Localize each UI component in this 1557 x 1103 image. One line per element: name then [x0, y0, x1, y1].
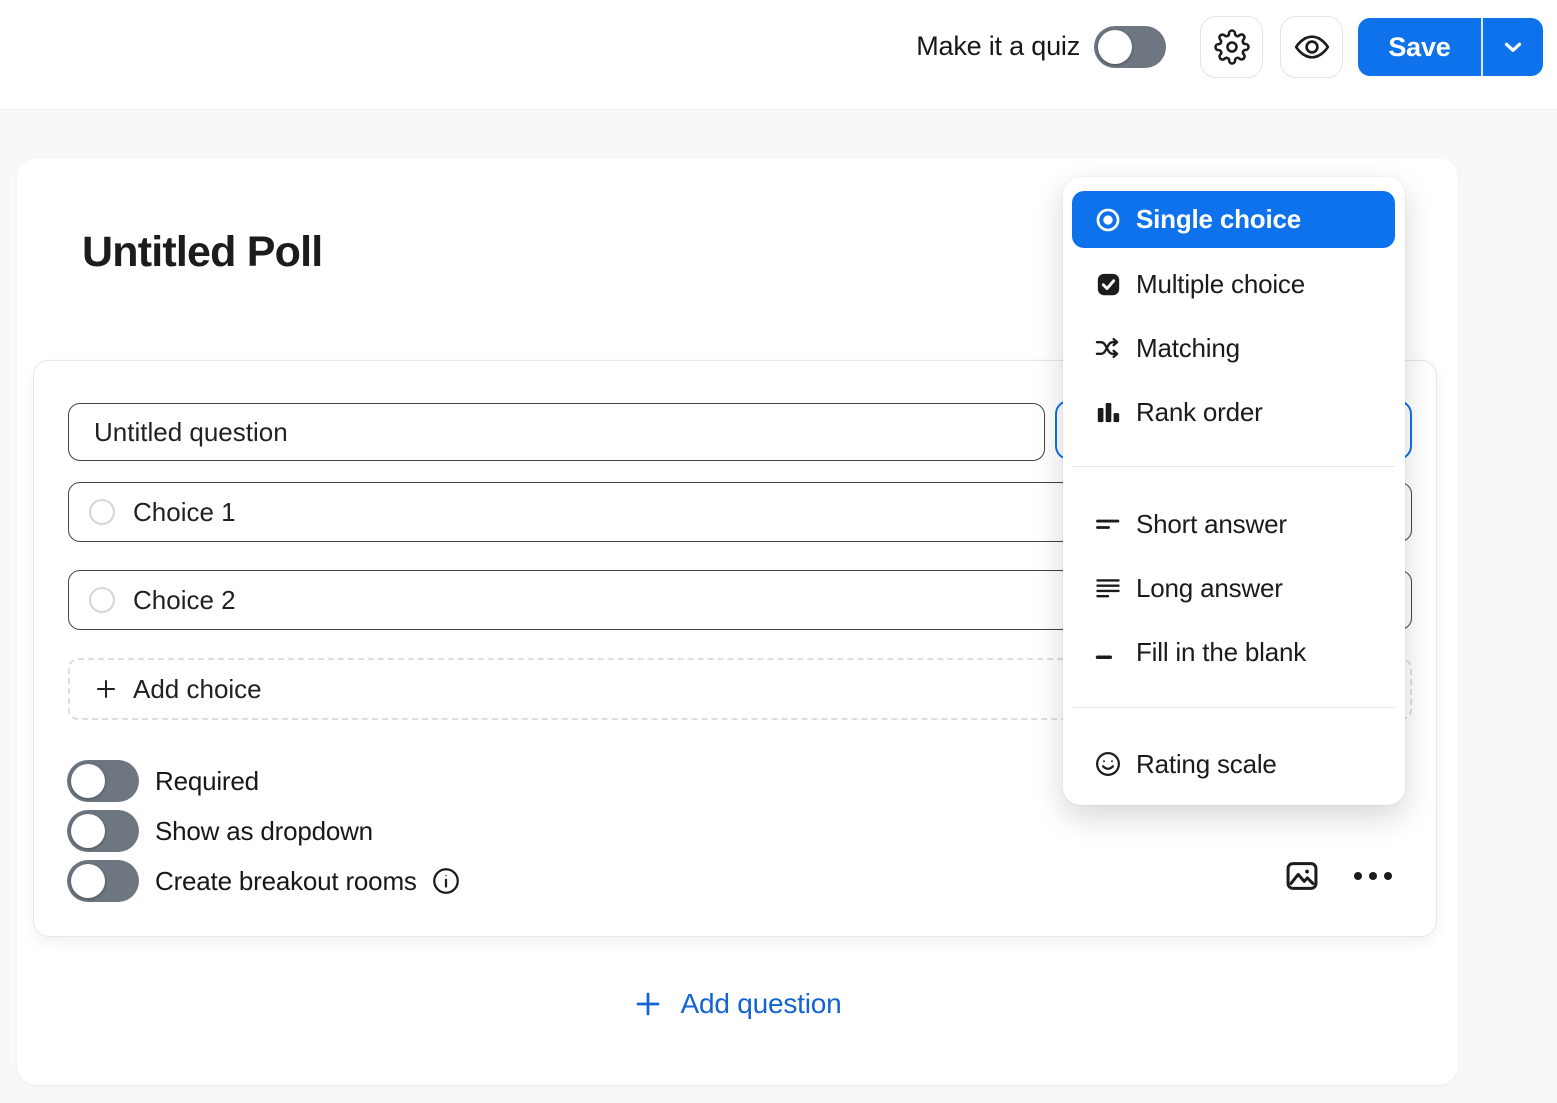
- required-label: Required: [155, 766, 259, 797]
- menu-item-label: Single choice: [1136, 204, 1301, 235]
- menu-divider: [1073, 707, 1395, 708]
- info-icon[interactable]: [431, 866, 461, 896]
- plus-icon: [633, 989, 663, 1019]
- more-options-button[interactable]: [1348, 858, 1398, 894]
- menu-item-label: Short answer: [1136, 509, 1287, 540]
- menu-item-short-answer[interactable]: Short answer: [1072, 496, 1395, 552]
- add-question-label: Add question: [680, 988, 841, 1020]
- toggle-knob: [71, 764, 105, 798]
- smiley-icon: [1094, 750, 1122, 778]
- save-label: Save: [1388, 32, 1450, 63]
- more-dots-icon: [1384, 872, 1392, 880]
- radio-circle-icon: [89, 587, 115, 613]
- menu-item-rating-scale[interactable]: Rating scale: [1072, 736, 1395, 792]
- poll-editor: Make it a quiz Save: [0, 0, 1557, 1103]
- radio-circle-icon: [89, 499, 115, 525]
- more-dots-icon: [1354, 872, 1362, 880]
- create-breakout-rooms-toggle-row: Create breakout rooms: [67, 860, 461, 902]
- create-breakout-rooms-label: Create breakout rooms: [155, 866, 417, 897]
- save-dropdown-button[interactable]: [1483, 18, 1543, 76]
- menu-item-label: Rank order: [1136, 397, 1263, 428]
- preview-button[interactable]: [1280, 16, 1343, 78]
- show-as-dropdown-label: Show as dropdown: [155, 816, 373, 847]
- plus-icon: [94, 677, 118, 701]
- menu-item-label: Rating scale: [1136, 749, 1277, 780]
- menu-item-label: Multiple choice: [1136, 269, 1305, 300]
- add-image-button[interactable]: [1278, 852, 1326, 900]
- save-split-button: Save: [1358, 18, 1543, 76]
- question-title-value: Untitled question: [94, 417, 288, 448]
- shuffle-icon: [1094, 334, 1122, 362]
- menu-item-label: Matching: [1136, 333, 1240, 364]
- long-lines-icon: [1094, 574, 1122, 602]
- poll-title[interactable]: Untitled Poll: [82, 228, 322, 277]
- menu-item-multiple-choice[interactable]: Multiple choice: [1072, 256, 1395, 312]
- required-toggle[interactable]: [67, 760, 139, 802]
- make-it-a-quiz-toggle[interactable]: [1094, 26, 1166, 68]
- gear-icon: [1214, 29, 1250, 65]
- show-as-dropdown-toggle-row: Show as dropdown: [67, 810, 373, 852]
- eye-icon: [1293, 28, 1331, 66]
- settings-button[interactable]: [1200, 16, 1263, 78]
- image-icon: [1283, 857, 1321, 895]
- save-button[interactable]: Save: [1358, 18, 1481, 76]
- toggle-knob: [71, 864, 105, 898]
- choice-2-value: Choice 2: [133, 585, 236, 616]
- checkbox-icon: [1094, 270, 1122, 298]
- required-toggle-row: Required: [67, 760, 259, 802]
- menu-divider: [1073, 466, 1395, 467]
- underscore-icon: [1094, 638, 1122, 666]
- menu-item-fill-in-the-blank[interactable]: Fill in the blank: [1072, 624, 1395, 680]
- radio-selected-icon: [1094, 206, 1122, 234]
- show-as-dropdown-toggle[interactable]: [67, 810, 139, 852]
- choice-1-value: Choice 1: [133, 497, 236, 528]
- bar-chart-icon: [1094, 398, 1122, 426]
- toggle-knob: [71, 814, 105, 848]
- toggle-knob: [1098, 30, 1132, 64]
- create-breakout-rooms-toggle[interactable]: [67, 860, 139, 902]
- menu-item-long-answer[interactable]: Long answer: [1072, 560, 1395, 616]
- topbar: Make it a quiz Save: [0, 0, 1557, 110]
- menu-item-single-choice[interactable]: Single choice: [1072, 191, 1395, 248]
- more-dots-icon: [1369, 872, 1377, 880]
- menu-item-label: Fill in the blank: [1136, 637, 1306, 668]
- chevron-down-icon: [1500, 34, 1526, 60]
- menu-item-rank-order[interactable]: Rank order: [1072, 384, 1395, 440]
- menu-item-label: Long answer: [1136, 573, 1283, 604]
- menu-item-matching[interactable]: Matching: [1072, 320, 1395, 376]
- short-lines-icon: [1094, 510, 1122, 538]
- make-it-a-quiz-label: Make it a quiz: [830, 31, 1080, 62]
- question-title-input[interactable]: Untitled question: [68, 403, 1045, 461]
- add-question-button[interactable]: Add question: [17, 980, 1458, 1028]
- add-choice-label: Add choice: [133, 674, 262, 705]
